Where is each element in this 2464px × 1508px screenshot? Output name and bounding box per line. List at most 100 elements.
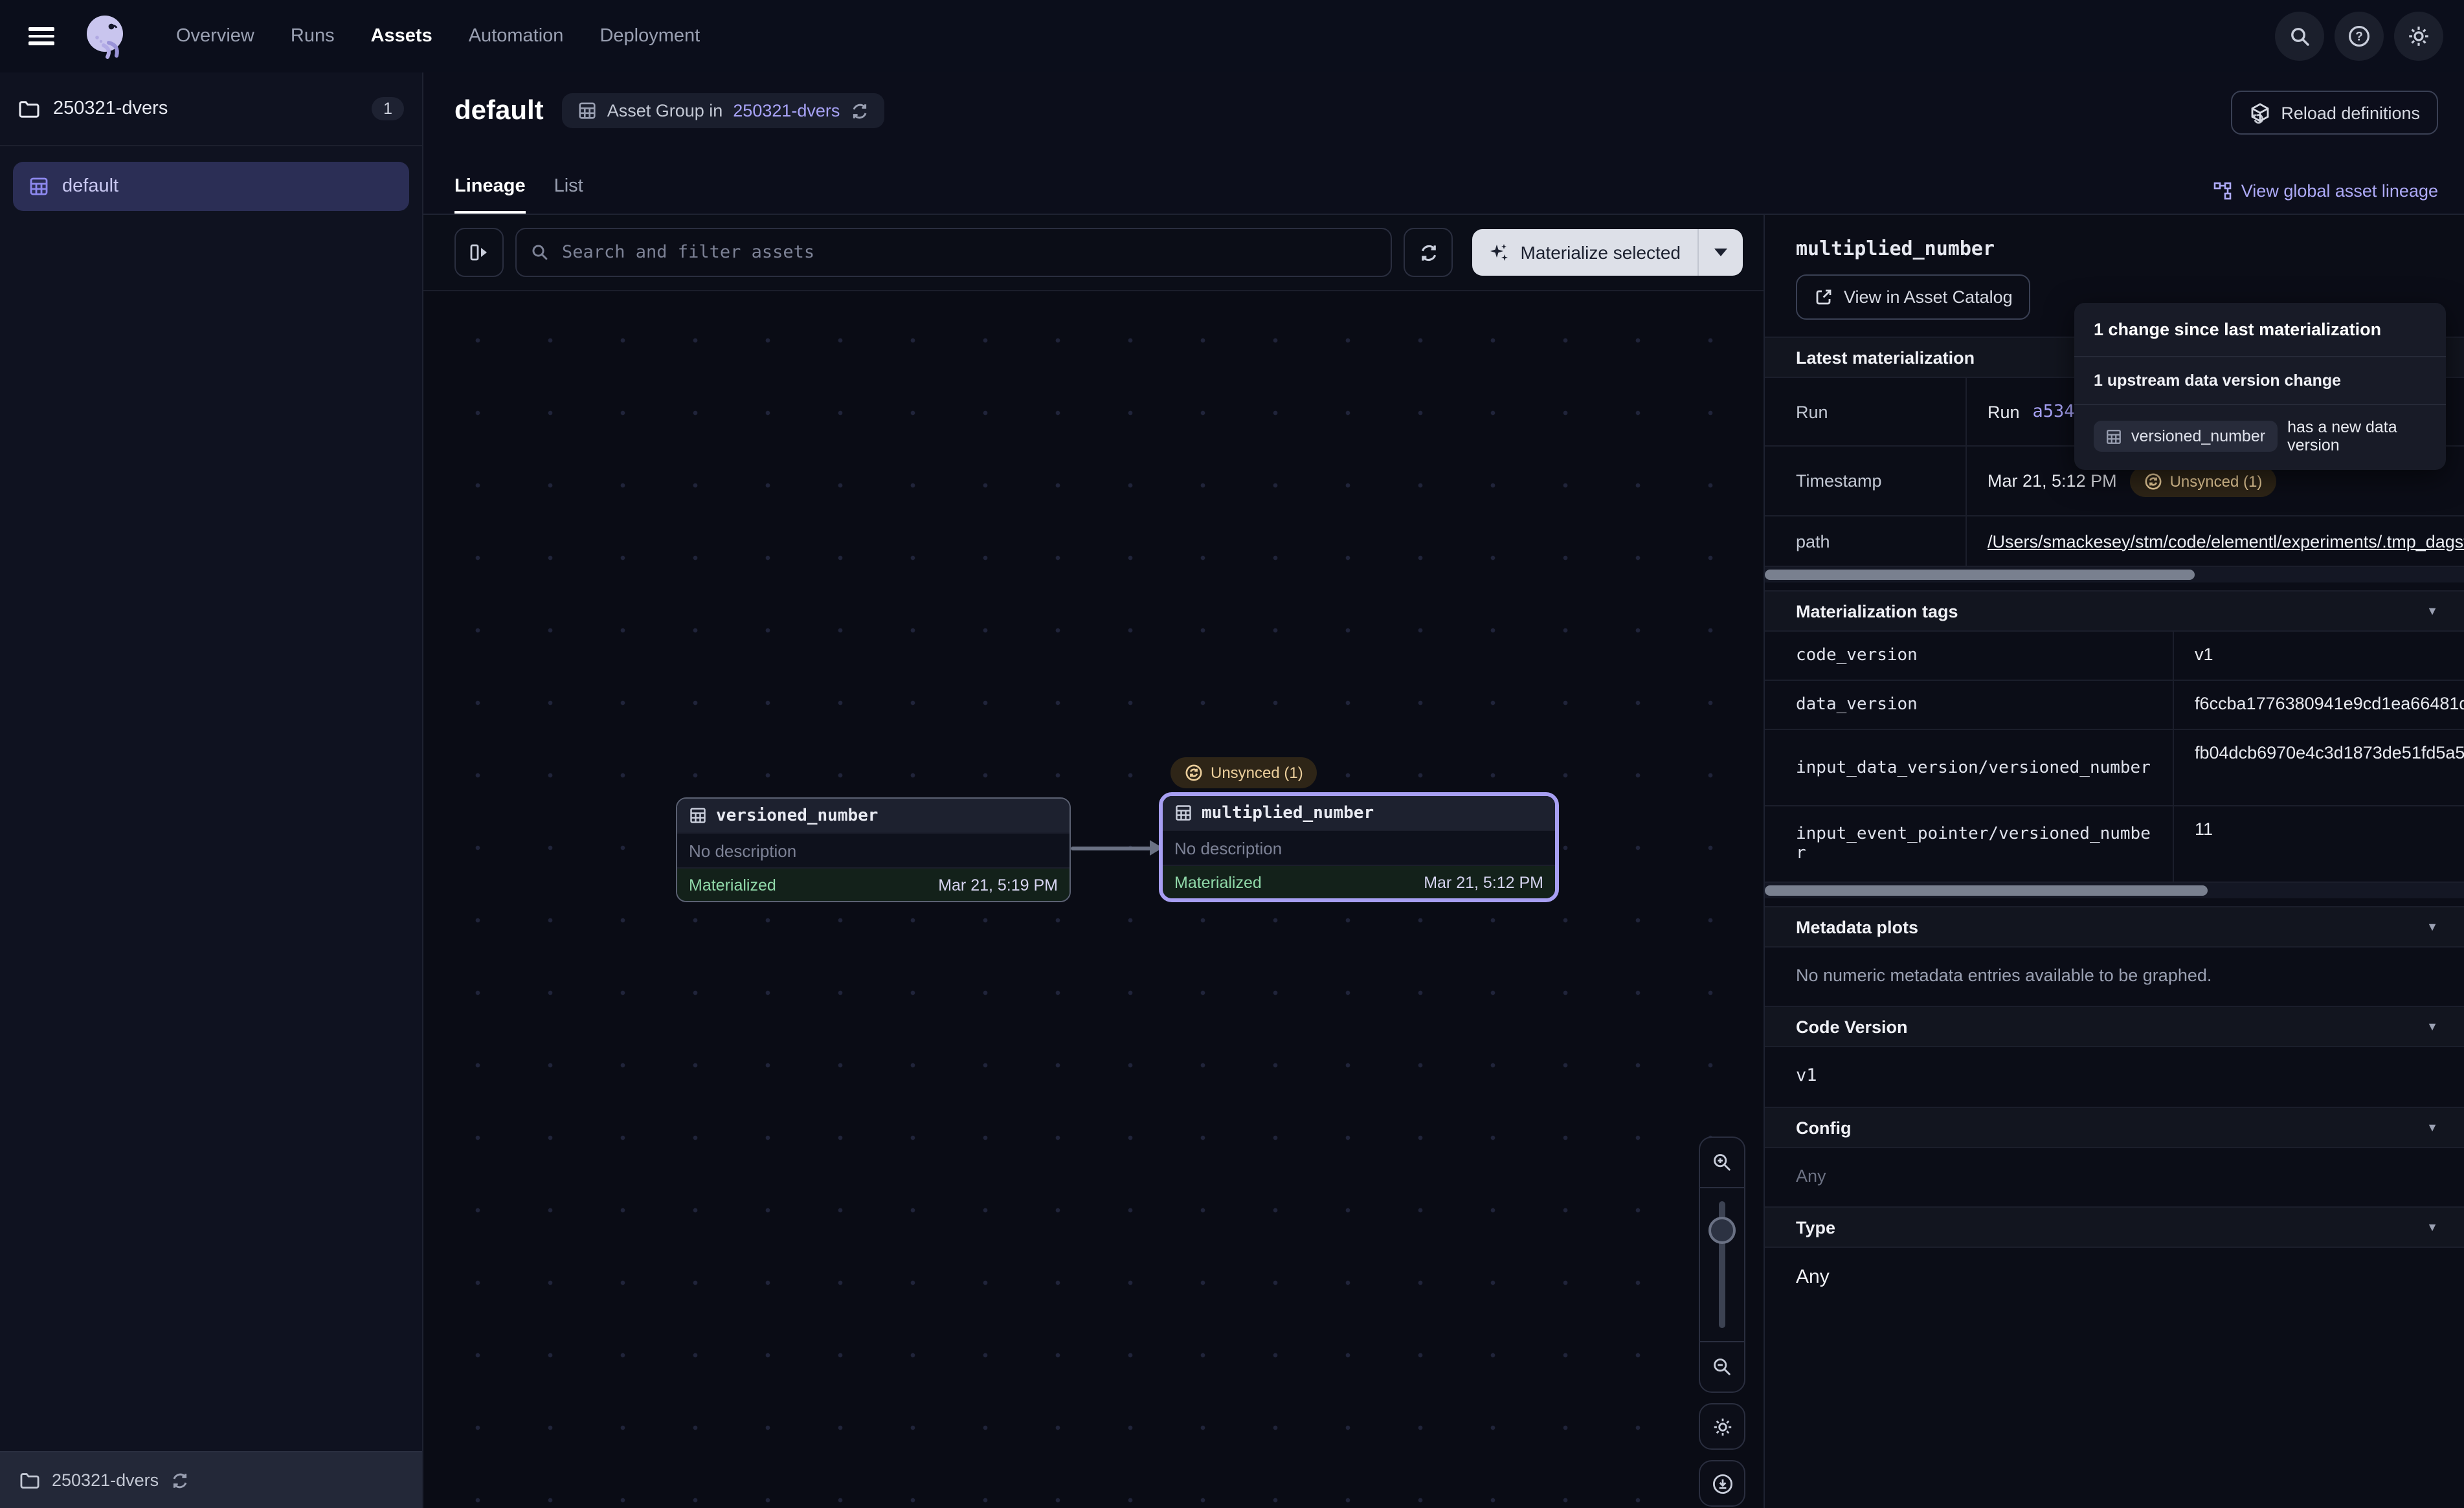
chevron-down-icon[interactable]: ▼ (2426, 604, 2438, 617)
reload-cube-icon (2248, 102, 2270, 124)
search-input[interactable] (559, 241, 1377, 264)
reload-definitions-label: Reload definitions (2281, 103, 2420, 122)
dagster-logo[interactable] (78, 9, 132, 63)
refresh-icon[interactable] (170, 1471, 188, 1489)
asset-search-box (515, 228, 1393, 277)
page-header: default Asset Group in 250321-dvers Line… (423, 72, 2464, 215)
zoom-controls (1700, 1137, 1744, 1507)
tag-key: input_event_pointer/versioned_number (1765, 806, 2174, 882)
horizontal-scrollbar (1765, 567, 2464, 582)
unsynced-badge-label: Unsynced (1) (2170, 472, 2263, 490)
refresh-icon[interactable] (850, 102, 868, 120)
settings-button[interactable] (2394, 12, 2443, 61)
tag-row: input_event_pointer/versioned_number 11 (1765, 806, 2464, 883)
graph-settings-button[interactable] (1699, 1403, 1745, 1450)
svg-text:?: ? (2355, 30, 2363, 44)
folder-icon (18, 99, 40, 118)
asset-node-versioned-number[interactable]: versioned_number No description Material… (676, 797, 1071, 902)
download-icon (1711, 1472, 1733, 1494)
nav-automation[interactable]: Automation (469, 26, 564, 47)
graph-toolbar: Materialize selected (423, 215, 1764, 291)
lineage-graph-icon (2213, 181, 2232, 201)
asset-node-status: Materialized (689, 876, 776, 894)
search-button[interactable] (2275, 12, 2324, 61)
materialize-selected-button[interactable]: Materialize selected (1473, 229, 1743, 276)
zoom-slider-thumb[interactable] (1708, 1217, 1736, 1244)
tab-lineage[interactable]: Lineage (454, 176, 526, 214)
asset-chip[interactable]: versioned_number (2094, 421, 2277, 452)
lineage-canvas[interactable]: Unsynced (1) versioned_number No descrip… (423, 291, 1764, 1508)
top-nav-actions: ? (2275, 12, 2443, 61)
unsynced-badge-label: Unsynced (1) (1211, 764, 1303, 782)
view-in-asset-catalog-button[interactable]: View in Asset Catalog (1796, 274, 2031, 320)
tooltip-subtitle: 1 upstream data version change (2074, 357, 2446, 405)
nav-deployment[interactable]: Deployment (599, 26, 700, 47)
section-type-label: Type (1796, 1217, 1835, 1237)
sidebar-item-default[interactable]: default (13, 162, 409, 211)
type-value: Any (1765, 1248, 2464, 1309)
tag-key: code_version (1765, 632, 2174, 680)
section-metadata-plots[interactable]: Metadata plots ▼ (1765, 906, 2464, 948)
asset-group-badge-link[interactable]: 250321-dvers (733, 101, 840, 120)
path-link[interactable]: /Users/smackesey/stm/code/elementl/exper… (1988, 531, 2464, 551)
chevron-down-icon[interactable]: ▼ (2426, 1020, 2438, 1033)
section-type[interactable]: Type ▼ (1765, 1206, 2464, 1248)
asset-chip-label: versioned_number (2131, 427, 2265, 445)
unsynced-badge[interactable]: Unsynced (1) (1170, 757, 1317, 788)
scrollbar-thumb[interactable] (1765, 570, 2195, 580)
asset-group-icon (28, 176, 49, 197)
gear-icon (2407, 25, 2430, 48)
lineage-graph-area: Materialize selected Unsynced (1) (423, 215, 1764, 1508)
view-in-asset-catalog-label: View in Asset Catalog (1844, 287, 2013, 307)
materialize-dropdown-caret[interactable] (1697, 229, 1743, 276)
sidebar-group-label: 250321-dvers (53, 98, 168, 119)
table-icon (2105, 428, 2122, 445)
nav-overview[interactable]: Overview (176, 26, 254, 47)
zoom-out-button[interactable] (1700, 1342, 1744, 1392)
section-metadata-plots-label: Metadata plots (1796, 917, 1918, 937)
view-global-asset-lineage-link[interactable]: View global asset lineage (2213, 181, 2438, 201)
zoom-slider[interactable] (1700, 1187, 1744, 1342)
asset-node-multiplied-number[interactable]: multiplied_number No description Materia… (1159, 792, 1559, 902)
help-icon: ? (2347, 25, 2371, 48)
nav-assets[interactable]: Assets (371, 26, 432, 47)
unsynced-icon (1185, 764, 1203, 782)
refresh-graph-button[interactable] (1404, 228, 1453, 277)
lineage-edge-arrow (1071, 847, 1151, 850)
table-icon (1174, 804, 1193, 822)
asset-group-badge-text: Asset Group in (607, 101, 723, 120)
download-graph-button[interactable] (1699, 1460, 1745, 1507)
search-icon (531, 243, 549, 261)
nav-runs[interactable]: Runs (291, 26, 335, 47)
view-global-asset-lineage-label: View global asset lineage (2241, 181, 2438, 201)
zoom-in-button[interactable] (1700, 1138, 1744, 1187)
section-latest-materialization-label: Latest materialization (1796, 348, 1975, 367)
reload-definitions-button[interactable]: Reload definitions (2230, 91, 2438, 135)
expand-panel-button[interactable] (454, 228, 504, 277)
top-nav: Overview Runs Assets Automation Deployme… (0, 0, 2464, 72)
timestamp-value: Mar 21, 5:12 PM (1988, 471, 2117, 491)
chevron-down-icon[interactable]: ▼ (2426, 920, 2438, 933)
section-code-version[interactable]: Code Version ▼ (1765, 1006, 2464, 1047)
unsynced-badge[interactable]: Unsynced (1) (2130, 465, 2277, 496)
tab-list[interactable]: List (554, 176, 583, 214)
tag-value: fb04dcb6970e4c3d1873de51fd5a5 (2174, 730, 2464, 805)
sidebar-group-row[interactable]: 250321-dvers 1 (0, 72, 422, 146)
help-button[interactable]: ? (2335, 12, 2384, 61)
code-version-value: v1 (1765, 1047, 2464, 1107)
chevron-down-icon[interactable]: ▼ (2426, 1221, 2438, 1234)
asset-group-badge[interactable]: Asset Group in 250321-dvers (562, 93, 884, 128)
sidebar-footer[interactable]: 250321-dvers (0, 1451, 422, 1508)
section-config[interactable]: Config ▼ (1765, 1107, 2464, 1148)
scrollbar-thumb[interactable] (1765, 885, 2208, 896)
unsynced-icon (2144, 472, 2162, 490)
chevron-down-icon[interactable]: ▼ (2426, 1121, 2438, 1134)
metadata-plots-empty-text: No numeric metadata entries available to… (1765, 948, 2464, 1006)
tag-value: f6ccba1776380941e9cd1ea66481d (2174, 681, 2464, 729)
section-materialization-tags[interactable]: Materialization tags ▼ (1765, 590, 2464, 632)
tag-row: data_version f6ccba1776380941e9cd1ea6648… (1765, 681, 2464, 730)
sparkles-icon (1490, 242, 1510, 263)
hamburger-menu-icon[interactable] (28, 27, 54, 45)
asset-node-description: No description (1163, 830, 1555, 865)
asset-node-timestamp: Mar 21, 5:12 PM (1424, 873, 1543, 891)
